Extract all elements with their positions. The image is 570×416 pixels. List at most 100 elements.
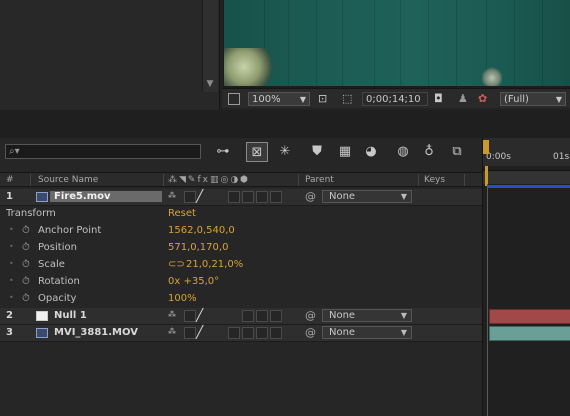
stopwatch-icon[interactable]: ⏱ xyxy=(22,242,30,253)
monitor-icon[interactable] xyxy=(228,93,240,105)
property-name: Opacity xyxy=(38,293,77,304)
chevron-down-icon: ▼ xyxy=(400,328,407,337)
reset-link[interactable]: Reset xyxy=(168,208,196,219)
layer-name[interactable]: Fire5.mov xyxy=(50,191,162,202)
zoom-value: 100% xyxy=(252,94,281,105)
camera-snapshot-icon[interactable]: ◘ xyxy=(434,92,443,106)
comp-mini-flowchart-icon[interactable]: ⊶ xyxy=(212,142,234,162)
stopwatch-icon[interactable]: ⏱ xyxy=(22,293,30,304)
stopwatch-icon[interactable]: ⏱ xyxy=(22,259,30,270)
collapse-switch[interactable] xyxy=(184,191,196,203)
motion-blur-switch[interactable] xyxy=(256,191,268,203)
motion-blur-icon[interactable]: ◕ xyxy=(360,142,382,162)
property-name: Anchor Point xyxy=(38,225,102,236)
work-area-bar[interactable] xyxy=(487,185,570,188)
property-value[interactable]: 571,0,170,0 xyxy=(168,242,228,253)
brainstorm-icon[interactable]: ◍ xyxy=(392,142,414,162)
frame-blend-switch[interactable] xyxy=(242,327,254,339)
layer-row-1[interactable]: 1 Fire5.mov ⁂ ╱ @ None ▼ xyxy=(0,189,482,206)
timecode-value: 0;00;14;10 xyxy=(366,94,421,105)
chevron-down-icon: ▼ xyxy=(299,95,306,104)
safe-area-icon[interactable]: ⬚ xyxy=(342,92,352,106)
parent-value: None xyxy=(329,310,356,321)
fish-image xyxy=(482,66,502,86)
column-parent[interactable]: Parent xyxy=(305,175,334,185)
zoom-dropdown[interactable]: 100% ▼ xyxy=(248,92,310,106)
shy-switch-icon[interactable]: ⁂ xyxy=(168,327,180,339)
motion-blur-switch[interactable] xyxy=(256,327,268,339)
adjustment-switch[interactable] xyxy=(270,191,282,203)
constrain-proportions-icon[interactable]: ⊂⊃ xyxy=(168,259,185,270)
chevron-down-icon: ▼ xyxy=(400,311,407,320)
motion-blur-switch[interactable] xyxy=(256,310,268,322)
timecode-field[interactable]: 0;00;14;10 xyxy=(362,92,428,106)
pick-whip-icon[interactable]: @ xyxy=(305,326,316,339)
search-input[interactable]: ⌕▾ xyxy=(5,144,201,159)
property-value[interactable]: 0x +35,0° xyxy=(168,276,219,287)
graph-view-icon[interactable]: ⧉ xyxy=(446,142,468,162)
frame-blend-switch[interactable] xyxy=(242,191,254,203)
resolution-dropdown[interactable]: (Full) ▼ xyxy=(500,92,566,106)
adjustment-switch[interactable] xyxy=(270,327,282,339)
layer-name[interactable]: MVI_3881.MOV xyxy=(54,327,138,338)
transform-group[interactable]: Transform Reset xyxy=(0,206,482,223)
graph-editor-icon[interactable]: ⊠ xyxy=(246,142,268,162)
property-name: Rotation xyxy=(38,276,80,287)
bullet-icon: • xyxy=(9,276,14,285)
property-value[interactable]: 1562,0,540,0 xyxy=(168,225,235,236)
work-area[interactable] xyxy=(483,170,570,184)
collapse-switch[interactable] xyxy=(184,310,196,322)
bullet-icon: • xyxy=(9,293,14,302)
resolution-value: (Full) xyxy=(504,94,529,105)
switches-header-icons: ⁂◥✎fx▥◎◑⬢ xyxy=(168,175,251,185)
quality-switch-icon[interactable]: ╱ xyxy=(196,308,208,322)
layer-bar-mvi[interactable] xyxy=(489,326,570,341)
chevron-down-icon: ▼ xyxy=(400,192,407,201)
column-keys: Keys xyxy=(424,175,446,185)
property-row: • ⏱ Anchor Point 1562,0,540,0 xyxy=(0,223,482,240)
layer-row-3[interactable]: 3 MVI_3881.MOV ⁂ ╱ @ None ▼ xyxy=(0,325,482,342)
auto-keyframe-icon[interactable]: ♁ xyxy=(418,142,440,162)
time-ruler[interactable]: 0:00s 01s xyxy=(483,138,570,166)
layer-name[interactable]: Null 1 xyxy=(54,310,87,321)
rock-image xyxy=(224,48,274,86)
frame-blend-switch[interactable] xyxy=(242,310,254,322)
pick-whip-icon[interactable]: @ xyxy=(305,190,316,203)
property-row: • ⏱ Scale ⊂⊃ 21,0,21,0% xyxy=(0,257,482,274)
adjustment-switch[interactable] xyxy=(270,310,282,322)
current-time-marker[interactable] xyxy=(485,166,488,186)
timeline-panel: ⌕▾ ⊶ ⊠ ✳ ⛊ ▦ ◕ ◍ ♁ ⧉ # Source Name ⁂◥✎fx… xyxy=(0,138,570,416)
layer-row-2[interactable]: 2 Null 1 ⁂ ╱ @ None ▼ xyxy=(0,308,482,325)
frame-blending-icon[interactable]: ▦ xyxy=(334,142,356,162)
quality-switch-icon[interactable]: ╱ xyxy=(196,325,208,339)
hide-shy-icon[interactable]: ⛊ xyxy=(306,142,328,162)
effects-switch[interactable] xyxy=(228,327,240,339)
layer-number: 3 xyxy=(6,327,13,338)
shy-switch-icon[interactable]: ⁂ xyxy=(168,310,180,322)
stopwatch-icon[interactable]: ⏱ xyxy=(22,276,30,287)
time-graph[interactable]: 0:00s 01s xyxy=(482,138,570,416)
collapse-switch[interactable] xyxy=(184,327,196,339)
pick-whip-icon[interactable]: @ xyxy=(305,309,316,322)
chevron-down-icon: ▼ xyxy=(555,95,562,104)
layer-bar-null[interactable] xyxy=(489,309,570,324)
stopwatch-icon[interactable]: ⏱ xyxy=(22,225,30,236)
property-value[interactable]: 21,0,21,0% xyxy=(186,259,243,270)
show-snapshot-icon[interactable]: ♟ xyxy=(458,92,468,106)
parent-dropdown[interactable]: None ▼ xyxy=(322,190,412,203)
bullet-icon: • xyxy=(9,242,14,251)
current-time-indicator[interactable] xyxy=(483,140,489,154)
column-source-name[interactable]: Source Name xyxy=(38,175,98,185)
scroll-down-arrow-icon[interactable]: ▼ xyxy=(202,76,218,92)
quality-switch-icon[interactable]: ╱ xyxy=(196,189,208,203)
draft-3d-icon[interactable]: ✳ xyxy=(274,142,296,162)
property-value[interactable]: 100% xyxy=(168,293,197,304)
layer-number: 2 xyxy=(6,310,13,321)
parent-dropdown[interactable]: None ▼ xyxy=(322,326,412,339)
fit-frame-icon[interactable]: ⊡ xyxy=(318,92,327,106)
parent-dropdown[interactable]: None ▼ xyxy=(322,309,412,322)
viewer-toolbar: 100% ▼ ⊡ ⬚ ⌗ 0;00;14;10 ◘ ♟ ✿ (Full) ▼ xyxy=(222,88,570,108)
channels-icon[interactable]: ✿ xyxy=(478,92,487,106)
effects-switch[interactable] xyxy=(228,191,240,203)
shy-switch-icon[interactable]: ⁂ xyxy=(168,191,180,203)
